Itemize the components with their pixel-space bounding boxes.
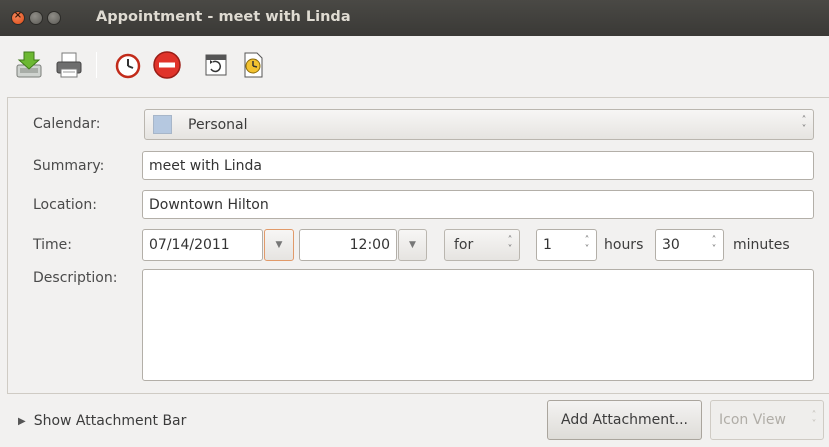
minutes-value: 30 bbox=[662, 237, 680, 253]
toolbar-separator bbox=[96, 52, 97, 78]
show-attachment-bar-label: Show Attachment Bar bbox=[33, 413, 187, 429]
minutes-spinner[interactable]: 30 ˄ ˅ bbox=[655, 229, 724, 261]
spinner-arrows-icon[interactable]: ˄ ˅ bbox=[582, 236, 592, 255]
calendar-color-swatch bbox=[153, 115, 172, 134]
hours-value: 1 bbox=[543, 237, 552, 253]
spinner-arrows-icon[interactable]: ˄ ˅ bbox=[709, 236, 719, 255]
duration-mode-value: for bbox=[454, 237, 474, 253]
start-time-dropdown-button[interactable]: ▼ bbox=[398, 229, 427, 261]
time-label: Time: bbox=[33, 237, 72, 253]
date-input[interactable]: 07/14/2011 bbox=[142, 229, 263, 261]
print-icon bbox=[56, 52, 82, 78]
alarm-clock-icon bbox=[115, 53, 141, 79]
description-textarea[interactable] bbox=[142, 269, 814, 381]
select-arrows-icon: ˄ ˅ bbox=[811, 410, 817, 430]
window-title: Appointment - meet with Linda bbox=[96, 9, 351, 25]
reminders-button[interactable] bbox=[113, 50, 143, 80]
summary-input[interactable]: meet with Linda bbox=[142, 151, 814, 180]
view-mode-value: Icon View bbox=[719, 412, 786, 428]
select-arrows-icon: ˄ ˅ bbox=[801, 114, 807, 135]
dropdown-arrow-icon: ▼ bbox=[275, 240, 283, 250]
toolbar bbox=[0, 36, 829, 92]
location-label: Location: bbox=[33, 197, 97, 213]
print-button[interactable] bbox=[54, 50, 84, 80]
close-window-button[interactable]: × bbox=[11, 10, 25, 25]
hours-label: hours bbox=[604, 237, 644, 253]
busy-icon bbox=[153, 51, 181, 79]
start-time-input[interactable]: 12:00 bbox=[299, 229, 397, 261]
calendar-value: Personal bbox=[188, 116, 248, 133]
summary-label: Summary: bbox=[33, 158, 105, 174]
show-busy-button[interactable] bbox=[151, 49, 183, 81]
expander-triangle-icon: ▶ bbox=[18, 415, 26, 427]
calendar-select[interactable]: Personal ˄ ˅ bbox=[144, 109, 814, 140]
date-picker-button[interactable]: ▼ bbox=[264, 229, 294, 261]
save-close-button[interactable] bbox=[14, 50, 44, 80]
maximize-window-button[interactable] bbox=[47, 11, 61, 25]
hours-spinner[interactable]: 1 ˄ ˅ bbox=[536, 229, 597, 261]
recurrence-icon bbox=[205, 54, 227, 76]
description-label: Description: bbox=[33, 270, 118, 286]
time-zone-button[interactable] bbox=[238, 50, 268, 80]
add-attachment-button[interactable]: Add Attachment... bbox=[547, 400, 702, 440]
dropdown-arrow-icon: ▼ bbox=[409, 240, 416, 250]
view-mode-select[interactable]: Icon View ˄ ˅ bbox=[710, 400, 824, 440]
duration-mode-select[interactable]: for ˄ ˅ bbox=[444, 229, 520, 261]
minutes-label: minutes bbox=[733, 237, 790, 253]
minimize-window-button[interactable] bbox=[29, 11, 43, 25]
save-close-icon bbox=[16, 51, 42, 78]
title-bar: × Appointment - meet with Linda bbox=[0, 0, 829, 36]
location-input[interactable]: Downtown Hilton bbox=[142, 190, 814, 219]
time-zone-icon bbox=[244, 52, 263, 78]
show-attachment-bar-toggle[interactable]: ▶ Show Attachment Bar bbox=[18, 413, 186, 429]
select-arrows-icon: ˄ ˅ bbox=[507, 235, 513, 255]
recurrence-button[interactable] bbox=[201, 50, 231, 80]
calendar-label: Calendar: bbox=[33, 116, 101, 132]
close-icon: × bbox=[13, 10, 23, 21]
